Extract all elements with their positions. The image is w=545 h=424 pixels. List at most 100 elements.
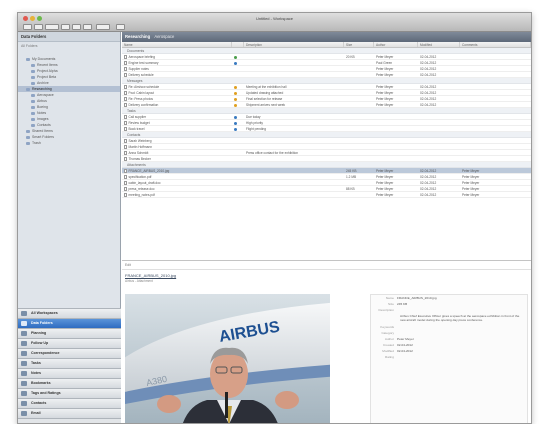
toolbar-button[interactable] [45,24,59,30]
cell-author: Peter Meyer [376,193,394,197]
column-header[interactable]: Modified [418,42,460,47]
toolbar-button[interactable] [61,24,70,30]
folder-icon [31,69,35,73]
document-icon [124,145,127,149]
folder-label: Project Alpha [37,69,58,73]
cell-date: 02-04-2012 [420,61,437,65]
cell-name: Anna Schmidt [122,150,232,155]
cell-date [418,150,460,155]
toolbar-button[interactable] [23,24,32,30]
cell-desc [244,156,344,161]
cell-status [232,144,244,149]
module-label: Email [31,411,41,415]
folder-label: Images [37,117,49,121]
cell-author [374,150,418,155]
item-name: meeting_notes.pdf [128,193,155,197]
item-name: specification.pdf [128,175,152,179]
cell-size [344,156,374,161]
cell-comment [460,60,531,65]
item-name: Engine test summary [128,61,159,65]
cell-name: Aerospace briefing [122,54,232,59]
status-dot-icon [234,91,237,95]
module-label: Contacts [31,401,47,405]
window-title: Untitled - Workspace [255,16,294,21]
folder-label: Aerospace [37,93,54,97]
module-label: Bookmarks [31,381,51,385]
cell-name: Martin Hoffmann [122,144,232,149]
cell-author: Peter Meyer [376,175,394,179]
document-icon [124,127,127,131]
toolbar-button[interactable] [34,24,43,30]
status-dot-icon [234,55,237,59]
toolbar-button[interactable] [96,24,110,30]
module-button[interactable]: All Workspaces [18,308,121,318]
cell-name: Fwd: Cabin layout [122,90,232,95]
cell-author: Peter Meyer [376,187,394,191]
cell-author: Peter Meyer [376,169,394,173]
module-label: Correspondence [31,351,60,355]
metadata-value[interactable] [397,307,527,313]
folder-label: Archive [37,81,49,85]
module-button[interactable]: Tasks [18,358,121,368]
cell-name: Delivery schedule [122,72,232,77]
document-icon [124,67,127,71]
cell-comment [460,126,531,131]
list-item[interactable]: meeting_notes.pdf Peter Meyer 02-04-2012 Pe… [122,192,531,198]
folder-icon [26,141,30,145]
document-icon [124,169,127,173]
module-button[interactable]: Planning [18,328,121,338]
cell-name: Delivery confirmation [122,102,232,107]
module-button[interactable]: Bookmarks [18,378,121,388]
toolbar-button[interactable] [83,24,92,30]
status-dot-icon [234,61,237,65]
folder-item[interactable]: Trash [18,140,120,146]
document-icon [124,85,127,89]
item-name: Re: Airshow schedule [128,85,160,89]
cell-date: 02-04-2012 [420,97,437,101]
cell-size [344,96,374,101]
column-header[interactable]: Description [244,42,344,47]
column-header[interactable] [232,42,244,47]
cell-date: 02-04-2012 [420,181,437,185]
cell-comment [460,114,531,119]
cell-size: 88 KB [346,187,355,191]
column-header[interactable]: Author [374,42,418,47]
module-icon [21,311,27,316]
sidebar-subtitle: All Folders [21,44,38,48]
cell-comment [460,54,531,59]
module-icon [21,351,27,356]
toolbar-button[interactable] [72,24,81,30]
metadata-panel: Name FRANCE_AIRBUS_2010.jpg Size 245 KB Desc… [370,294,528,423]
column-header[interactable]: Name [122,42,232,47]
folder-icon [31,117,35,121]
item-name: Review budget [128,121,150,125]
module-button[interactable]: Data Folders [18,318,121,328]
cell-size [344,180,374,185]
module-button[interactable]: Follow Up [18,338,121,348]
folder-icon [31,99,35,103]
column-header[interactable]: Size [344,42,374,47]
metadata-value[interactable] [397,354,527,360]
module-button[interactable]: Contacts [18,398,121,408]
edit-button[interactable]: Edit [125,263,131,267]
folder-label: Boeing [37,105,48,109]
module-button[interactable]: Email [18,408,121,418]
document-icon [124,97,127,101]
document-icon [124,115,127,119]
cell-name: Thomas Becker [122,156,232,161]
module-button[interactable]: Notes [18,368,121,378]
toolbar-button[interactable] [116,24,125,30]
module-icon [21,331,27,336]
metadata-key: Description [378,308,394,312]
metadata-description[interactable]: Airbus Chief Executive Officer gives a s… [371,313,527,324]
cell-size [344,192,374,197]
module-button[interactable]: Correspondence [18,348,121,358]
folder-icon [31,63,35,67]
cell-desc [244,192,344,197]
folder-icon [31,123,35,127]
item-name: Call supplier [128,115,147,119]
cell-date: 02-04-2012 [420,55,437,59]
column-header[interactable]: Comments [460,42,531,47]
module-button[interactable]: Tags and Ratings [18,388,121,398]
preview-title[interactable]: FRANCE_AIRBUS_2010.jpg [122,270,531,278]
